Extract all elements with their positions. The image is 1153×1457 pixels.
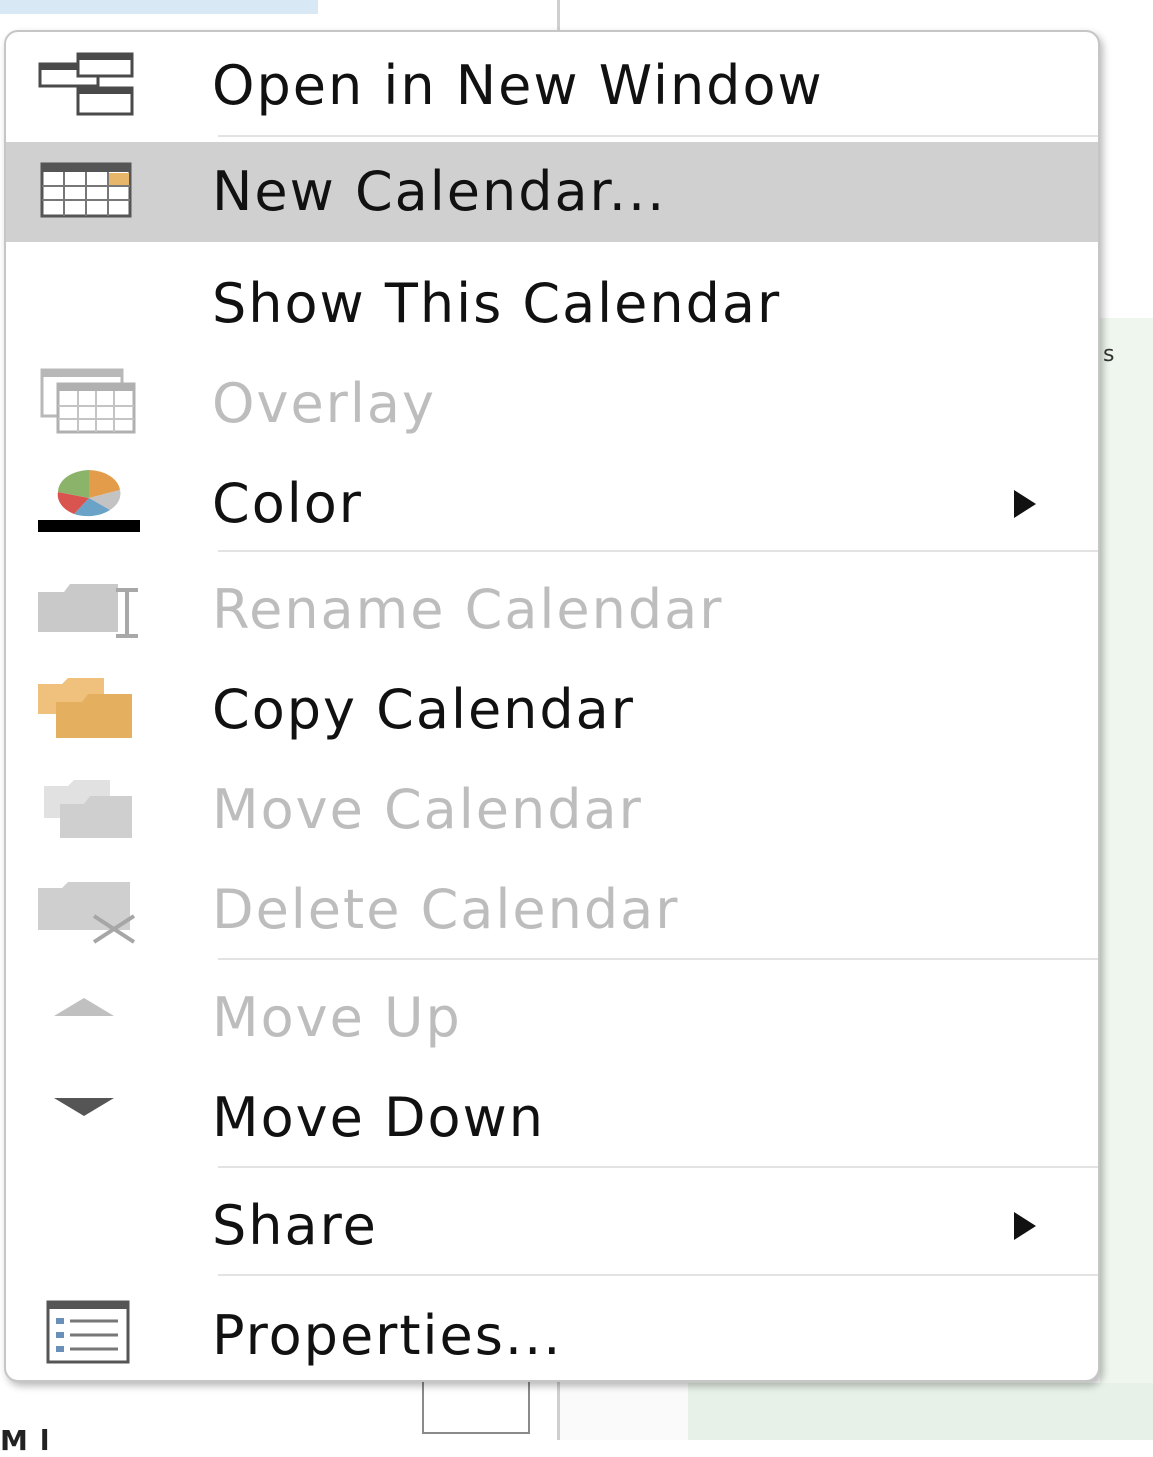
menu-item-label: Color	[212, 472, 363, 535]
menu-item-label: Overlay	[212, 372, 436, 435]
menu-item-delete-calendar[interactable]: Delete Calendar	[6, 860, 1098, 960]
menu-item-label: New Calendar...	[212, 160, 667, 223]
menu-item-share[interactable]: Share	[6, 1176, 1098, 1276]
menu-item-label: Show This Calendar	[212, 272, 782, 335]
background-divider	[557, 0, 560, 30]
menu-item-label: Delete Calendar	[212, 878, 680, 941]
calendar-grid-icon	[40, 162, 132, 218]
menu-item-overlay[interactable]: Overlay	[6, 354, 1098, 454]
menu-item-label: Move Down	[212, 1086, 545, 1149]
color-palette-icon	[38, 470, 140, 532]
copy-folder-icon	[38, 678, 132, 738]
menu-item-label: Rename Calendar	[212, 578, 724, 641]
overlay-calendar-icon	[40, 368, 136, 434]
menu-item-color[interactable]: Color	[6, 454, 1098, 554]
menu-item-copy-calendar[interactable]: Copy Calendar	[6, 660, 1098, 760]
menu-item-move-up[interactable]: Move Up	[6, 968, 1098, 1068]
menu-separator	[218, 550, 1098, 552]
menu-item-open-in-new-window[interactable]: Open in New Window	[6, 32, 1098, 137]
background-column	[560, 1383, 688, 1440]
menu-item-properties[interactable]: Properties...	[6, 1284, 1098, 1380]
background-calendar-area	[1100, 318, 1153, 1440]
menu-item-new-calendar[interactable]: New Calendar...	[6, 142, 1098, 242]
delete-folder-icon	[38, 882, 136, 944]
menu-item-label: Move Up	[212, 986, 462, 1049]
background-selected-folder	[0, 0, 318, 14]
background-divider-bottom	[557, 1382, 560, 1440]
menu-separator	[218, 135, 1098, 137]
new-window-icon	[38, 52, 134, 116]
menu-separator	[218, 958, 1098, 960]
menu-item-label: Share	[212, 1194, 378, 1257]
background-checkbox	[422, 1382, 530, 1434]
menu-item-label: Move Calendar	[212, 778, 643, 841]
rename-folder-icon	[38, 584, 138, 638]
submenu-arrow-icon	[1014, 490, 1036, 518]
move-up-icon	[54, 998, 114, 1016]
background-text-fragment: s	[1103, 342, 1115, 367]
move-folder-icon	[44, 780, 132, 838]
menu-item-label: Properties...	[212, 1304, 563, 1367]
menu-separator	[218, 1166, 1098, 1168]
move-down-icon	[54, 1098, 114, 1116]
submenu-arrow-icon	[1014, 1212, 1036, 1240]
menu-item-label: Copy Calendar	[212, 678, 635, 741]
properties-icon	[46, 1300, 130, 1364]
menu-item-move-calendar[interactable]: Move Calendar	[6, 760, 1098, 860]
menu-item-move-down[interactable]: Move Down	[6, 1068, 1098, 1168]
background-bottom-text: Ml	[0, 1424, 62, 1457]
menu-item-label: Open in New Window	[212, 54, 824, 117]
menu-item-rename-calendar[interactable]: Rename Calendar	[6, 560, 1098, 660]
menu-item-show-this-calendar[interactable]: Show This Calendar	[6, 254, 1098, 354]
menu-separator	[218, 1274, 1098, 1276]
calendar-context-menu: Open in New Window New Calendar... Show …	[4, 30, 1100, 1382]
